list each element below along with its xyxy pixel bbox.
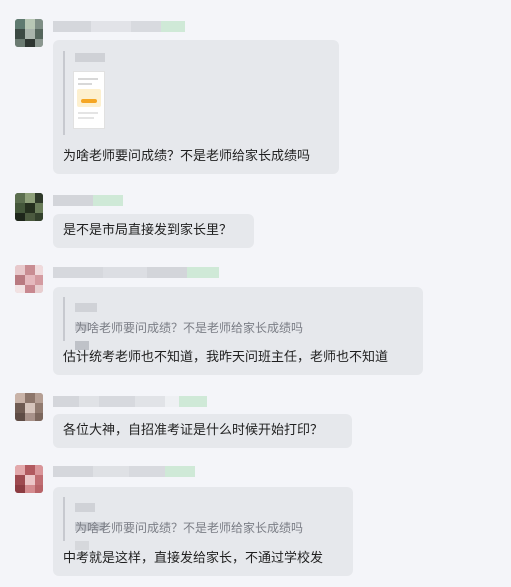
sender-name <box>53 466 195 477</box>
quoted-text: 为啥老师要问成绩？不是老师给家长成绩吗 <box>75 521 304 535</box>
message-item: 为啥老师要问成绩？不是老师给家长成绩吗 估计统考老师也不知道，我昨天问班主任，老… <box>0 260 511 380</box>
quoted-text: 为啥老师要问成绩？不是老师给家长成绩吗 <box>75 321 304 335</box>
message-item: 为啥老师要问成绩？不是老师给家长成绩吗 <box>0 0 511 180</box>
attachment-quote <box>63 51 105 135</box>
sender-name <box>53 267 219 278</box>
message-bubble[interactable]: 各位大神，自招准考证是什么时候开始打印？ <box>53 414 352 448</box>
message-text: 估计统考老师也不知道，我昨天问班主任，老师也不知道 <box>63 350 389 365</box>
quoted-sender <box>75 503 105 550</box>
message-text: 为啥老师要问成绩？不是老师给家长成绩吗 <box>63 149 311 164</box>
quoted-sender <box>75 303 97 350</box>
message-bubble[interactable]: 为啥老师要问成绩？不是老师给家长成绩吗 估计统考老师也不知道，我昨天问班主任，老… <box>53 287 423 375</box>
message-item: 为啥老师要问成绩？不是老师给家长成绩吗 中考就是这样，直接发给家长，不通过学校发 <box>0 460 511 587</box>
message-bubble[interactable]: 是不是市局直接发到家长里？ <box>53 214 254 248</box>
image-icon[interactable] <box>73 71 105 129</box>
message-item: 各位大神，自招准考证是什么时候开始打印？ <box>0 385 511 455</box>
avatar[interactable] <box>15 193 43 221</box>
avatar[interactable] <box>15 465 43 493</box>
message-bubble[interactable]: 为啥老师要问成绩？不是老师给家长成绩吗 <box>53 40 339 174</box>
quoted-message[interactable]: 为啥老师要问成绩？不是老师给家长成绩吗 <box>63 297 303 350</box>
attachment-sender <box>75 53 105 100</box>
sender-name <box>53 195 123 206</box>
message-bubble[interactable]: 为啥老师要问成绩？不是老师给家长成绩吗 中考就是这样，直接发给家长，不通过学校发 <box>53 487 353 576</box>
avatar[interactable] <box>15 393 43 421</box>
message-item: 是不是市局直接发到家长里？ <box>0 185 511 255</box>
message-text: 中考就是这样，直接发给家长，不通过学校发 <box>63 551 324 566</box>
avatar[interactable] <box>15 19 43 47</box>
message-text: 是不是市局直接发到家长里？ <box>63 223 233 238</box>
sender-name <box>53 396 207 407</box>
sender-name <box>53 21 185 32</box>
message-text: 各位大神，自招准考证是什么时候开始打印？ <box>63 423 324 438</box>
quoted-message[interactable]: 为啥老师要问成绩？不是老师给家长成绩吗 <box>63 497 303 550</box>
chat-message-list[interactable]: 为啥老师要问成绩？不是老师给家长成绩吗 是不是市局直接发到家长里？ 为啥老师要问… <box>0 0 511 587</box>
avatar[interactable] <box>15 265 43 293</box>
